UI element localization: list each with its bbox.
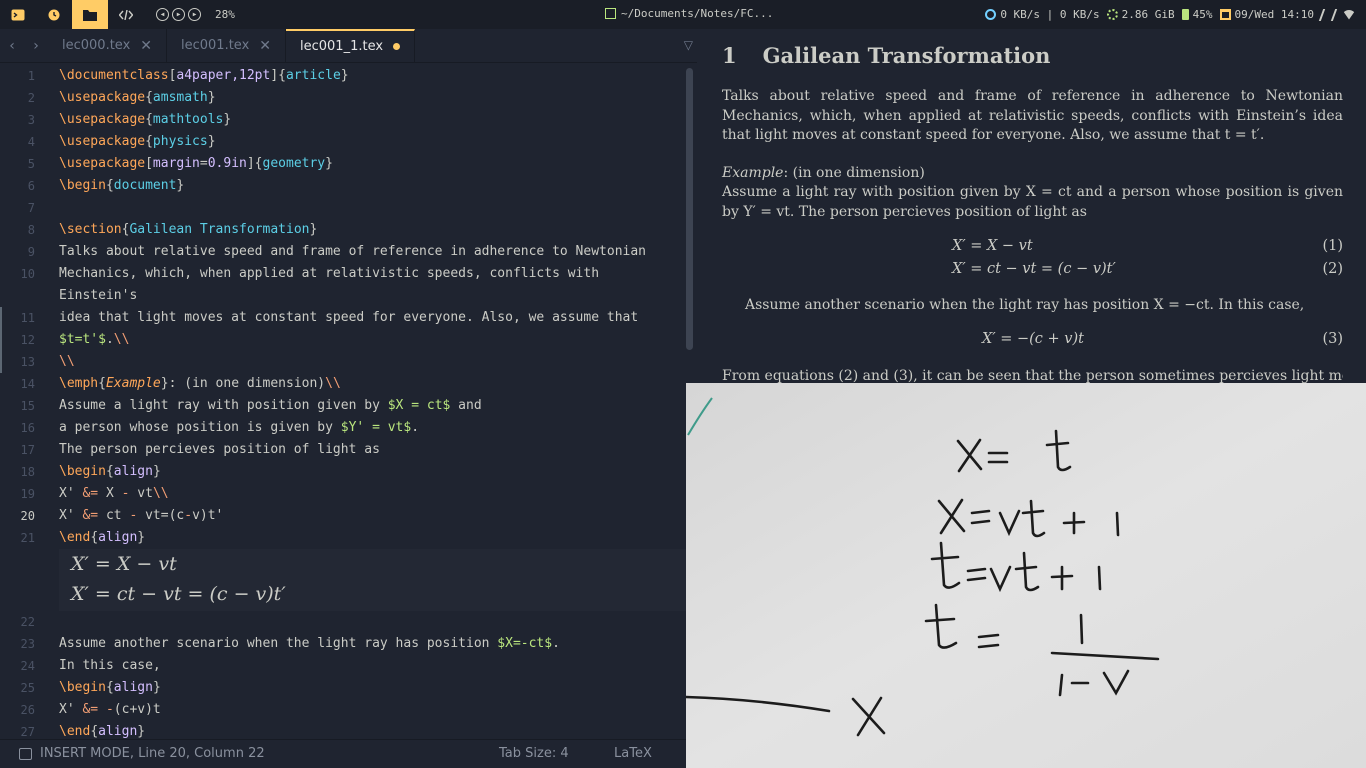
- top-bar: ◀ ▶ ▶ 28% ~/Documents/Notes/FC... 0 KB/s…: [0, 0, 1366, 29]
- code-line: 8 \section{Galilean Transformation}: [27, 222, 318, 237]
- back-arrow-icon[interactable]: ‹: [0, 29, 24, 62]
- code-area[interactable]: 1 \documentclass[a4paper,12pt]{article} 2…: [0, 65, 686, 739]
- close-icon[interactable]: ✕: [259, 38, 271, 54]
- equation-number: (1): [1322, 238, 1343, 254]
- network-speed-icon: [985, 9, 997, 20]
- close-icon[interactable]: ✕: [140, 38, 152, 54]
- feather-icon[interactable]: [1318, 8, 1338, 21]
- math-preview-line: X′ = X − vt: [71, 553, 177, 575]
- code-line: 11 idea that light moves at constant spee…: [0, 307, 686, 329]
- code-line: 3 \usepackage{mathtools}: [27, 112, 232, 127]
- wifi-icon[interactable]: [1342, 9, 1356, 20]
- tab-label: lec001_1.tex: [300, 39, 384, 54]
- folder-icon[interactable]: [72, 0, 108, 29]
- tab-size[interactable]: Tab Size: 4: [499, 746, 569, 761]
- code-line: Einstein's: [59, 288, 138, 303]
- code-line: 13 \\: [0, 351, 686, 373]
- code-line: 25 \begin{align}: [20, 680, 161, 695]
- section-title: Galilean Transformation: [762, 43, 1051, 68]
- memory-icon: [1106, 9, 1118, 20]
- date-time: 09/Wed 14:10: [1234, 8, 1314, 21]
- example-rest: : (in one dimension): [783, 165, 925, 181]
- zoom-level: 28%: [215, 8, 235, 21]
- equation: X′ = X − vt: [952, 238, 1033, 254]
- next-track-icon[interactable]: ▶: [188, 8, 201, 21]
- example-heading: Example: (in one dimension): [722, 164, 1343, 184]
- forward-arrow-icon[interactable]: ›: [24, 29, 48, 62]
- editor-scrollbar[interactable]: [686, 68, 693, 350]
- code-line: 27 \end{align}: [20, 724, 146, 739]
- battery-icon: [1181, 9, 1189, 20]
- editor-mode: INSERT MODE, Line 20, Column 22: [40, 746, 265, 761]
- tab-lec000[interactable]: lec000.tex ✕: [48, 29, 167, 62]
- code-line: 10 Mechanics, which, when applied at rela…: [20, 266, 600, 281]
- paragraph: Assume another scenario when the light r…: [745, 297, 1305, 313]
- tab-label: lec001.tex: [181, 38, 250, 53]
- code-line: 24 In this case,: [20, 658, 161, 673]
- code-line: 26 X' &= -(c+v)t: [20, 702, 161, 717]
- chevron-down-icon[interactable]: ▽: [684, 38, 693, 52]
- section-heading: 1 Galilean Transformation: [722, 43, 1050, 68]
- code-line: 1 \documentclass[a4paper,12pt]{article}: [27, 68, 349, 83]
- previous-track-icon[interactable]: ◀: [156, 8, 169, 21]
- code-line: 19 X' &= X - vt\\: [20, 486, 169, 501]
- code-icon[interactable]: [108, 0, 144, 29]
- equation-number: (3): [1322, 331, 1343, 347]
- code-line: 22: [20, 615, 35, 629]
- window-icon: [605, 8, 616, 19]
- code-line: 12 $t=t'$.\\: [0, 329, 686, 351]
- paragraph: Assume a light ray with position given b…: [722, 184, 1343, 220]
- paragraph: From equations (2) and (3), it can be se…: [722, 368, 1343, 384]
- code-line: 6 \begin{document}: [27, 178, 185, 193]
- code-line: 21 \end{align}: [20, 530, 146, 545]
- paragraph: Talks about relative speed and frame of …: [722, 88, 1343, 143]
- whiteboard-handwriting: [686, 383, 1366, 768]
- memory-usage: 2.86 GiB: [1121, 8, 1175, 21]
- battery-level: 45%: [1192, 8, 1213, 21]
- section-number: 1: [722, 43, 737, 68]
- example-label: Example: [722, 165, 784, 181]
- play-icon[interactable]: ▶: [172, 8, 185, 21]
- code-line: 15 Assume a light ray with position given…: [20, 398, 482, 413]
- equation: X′ = −(c + v)t: [982, 331, 1084, 347]
- math-preview: X′ = X − vt X′ = ct − vt = (c − v)t′: [59, 549, 686, 611]
- equation: X′ = ct − vt = (c − v)t′: [952, 261, 1116, 277]
- tab-bar: ‹ › lec000.tex ✕ lec001.tex ✕ lec001_1.t…: [0, 29, 697, 63]
- code-line: 23 Assume another scenario when the light…: [20, 636, 560, 651]
- code-line: 5 \usepackage[margin=0.9in]{geometry}: [27, 156, 333, 171]
- window-title: ~/Documents/Notes/FC...: [605, 7, 773, 20]
- code-line: 7: [27, 201, 35, 215]
- tab-lec001-1[interactable]: lec001_1.tex: [286, 29, 416, 62]
- code-line-current: 20 X' &= ct - vt=(c-v)t': [20, 508, 224, 523]
- code-line: 17 The person percieves position of light…: [20, 442, 380, 457]
- code-line: 4 \usepackage{physics}: [27, 134, 216, 149]
- status-bar: INSERT MODE, Line 20, Column 22 Tab Size…: [0, 739, 686, 768]
- code-line: 18 \begin{align}: [20, 464, 161, 479]
- camera-overlay: [686, 383, 1366, 768]
- equation-number: (2): [1322, 261, 1343, 277]
- terminal-icon[interactable]: [0, 0, 36, 29]
- tab-label: lec000.tex: [62, 38, 131, 53]
- unsaved-indicator-icon[interactable]: [393, 43, 401, 50]
- terminal-icon[interactable]: [19, 748, 32, 760]
- network-speed: 0 KB/s | 0 KB/s: [1000, 8, 1100, 21]
- code-editor: ‹ › lec000.tex ✕ lec001.tex ✕ lec001_1.t…: [0, 29, 697, 739]
- window-path: ~/Documents/Notes/FC...: [621, 7, 774, 20]
- pdf-preview[interactable]: 1 Galilean Transformation Talks about re…: [697, 29, 1366, 384]
- math-preview-line: X′ = ct − vt = (c − v)t′: [71, 583, 286, 605]
- calendar-icon: [1219, 9, 1231, 20]
- refresh-icon[interactable]: [36, 0, 72, 29]
- code-line: 2 \usepackage{amsmath}: [27, 90, 216, 105]
- language-mode[interactable]: LaTeX: [614, 746, 652, 761]
- code-line: 14 \emph{Example}: (in one dimension)\\: [20, 376, 341, 391]
- tab-lec001[interactable]: lec001.tex ✕: [167, 29, 286, 62]
- code-line: 16 a person whose position is given by $Y…: [20, 420, 420, 435]
- code-line: 9 Talks about relative speed and frame of…: [27, 244, 646, 259]
